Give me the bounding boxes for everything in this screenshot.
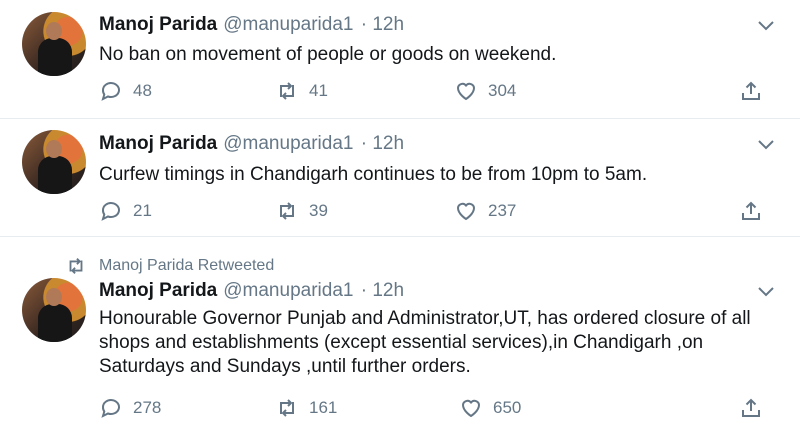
- avatar[interactable]: [22, 278, 86, 342]
- author-handle[interactable]: @manuparida1: [223, 280, 353, 301]
- tweet-actions: 48 41 304: [99, 79, 760, 105]
- retweet-icon: [280, 202, 294, 220]
- reply-button[interactable]: 21: [99, 199, 152, 223]
- retweet-button[interactable]: 41: [275, 79, 328, 103]
- retweet-count: 41: [309, 81, 328, 100]
- chevron-down-icon[interactable]: [756, 18, 776, 34]
- reply-icon: [101, 82, 120, 101]
- share-icon[interactable]: [739, 199, 763, 223]
- heart-icon: [461, 399, 481, 418]
- author-handle[interactable]: @manuparida1: [223, 133, 353, 154]
- share-icon[interactable]: [739, 396, 763, 420]
- share-icon[interactable]: [739, 79, 763, 103]
- author-handle[interactable]: @manuparida1: [223, 14, 353, 35]
- tweet-text: Honourable Governor Punjab and Administr…: [99, 308, 751, 377]
- reply-count: 278: [133, 398, 162, 417]
- retweet-count: 161: [309, 398, 338, 417]
- reply-button[interactable]: 48: [99, 79, 152, 103]
- heart-icon: [456, 82, 476, 101]
- like-button[interactable]: 304: [454, 79, 516, 103]
- tweet-actions: 278 161 650: [99, 396, 760, 422]
- like-count: 304: [488, 81, 517, 100]
- tweet-header: Manoj Parida @manuparida1 · 12h: [99, 280, 404, 302]
- timestamp[interactable]: · 12h: [361, 14, 404, 35]
- tweet-actions: 21 39 237: [99, 199, 760, 225]
- like-count: 650: [493, 398, 522, 417]
- tweet[interactable]: Manoj Parida @manuparida1 · 12h Honourabl…: [0, 236, 800, 427]
- reply-icon: [101, 202, 120, 221]
- chevron-down-icon[interactable]: [756, 284, 776, 300]
- author-name[interactable]: Manoj Parida: [99, 133, 217, 154]
- tweet-text: Curfew timings in Chandigarh continues t…: [99, 164, 648, 185]
- avatar[interactable]: [22, 12, 86, 76]
- tweet[interactable]: Manoj Parida @manuparida1 · 12h No ban on…: [0, 0, 800, 119]
- timestamp[interactable]: · 12h: [361, 280, 404, 301]
- like-button[interactable]: 650: [459, 396, 521, 420]
- retweet-button[interactable]: 39: [275, 199, 328, 223]
- author-name[interactable]: Manoj Parida: [99, 14, 217, 35]
- tweet-header: Manoj Parida @manuparida1 · 12h: [99, 14, 404, 36]
- tweet-header: Manoj Parida @manuparida1 · 12h: [99, 133, 404, 155]
- retweet-icon: [280, 399, 294, 417]
- tweet-text: No ban on movement of people or goods on…: [99, 44, 557, 65]
- retweet-icon: [280, 82, 294, 100]
- chevron-down-icon[interactable]: [756, 137, 776, 153]
- reply-icon: [101, 399, 120, 418]
- reply-count: 21: [133, 201, 152, 220]
- timestamp[interactable]: · 12h: [361, 133, 404, 154]
- like-count: 237: [488, 201, 517, 220]
- reply-count: 48: [133, 81, 152, 100]
- heart-icon: [456, 202, 476, 221]
- author-name[interactable]: Manoj Parida: [99, 280, 217, 301]
- tweet[interactable]: Manoj Parida @manuparida1 · 12h Curfew ti…: [0, 118, 800, 237]
- retweet-button[interactable]: 161: [275, 396, 337, 420]
- like-button[interactable]: 237: [454, 199, 516, 223]
- retweet-count: 39: [309, 201, 328, 220]
- reply-button[interactable]: 278: [99, 396, 161, 420]
- avatar[interactable]: [22, 130, 86, 194]
